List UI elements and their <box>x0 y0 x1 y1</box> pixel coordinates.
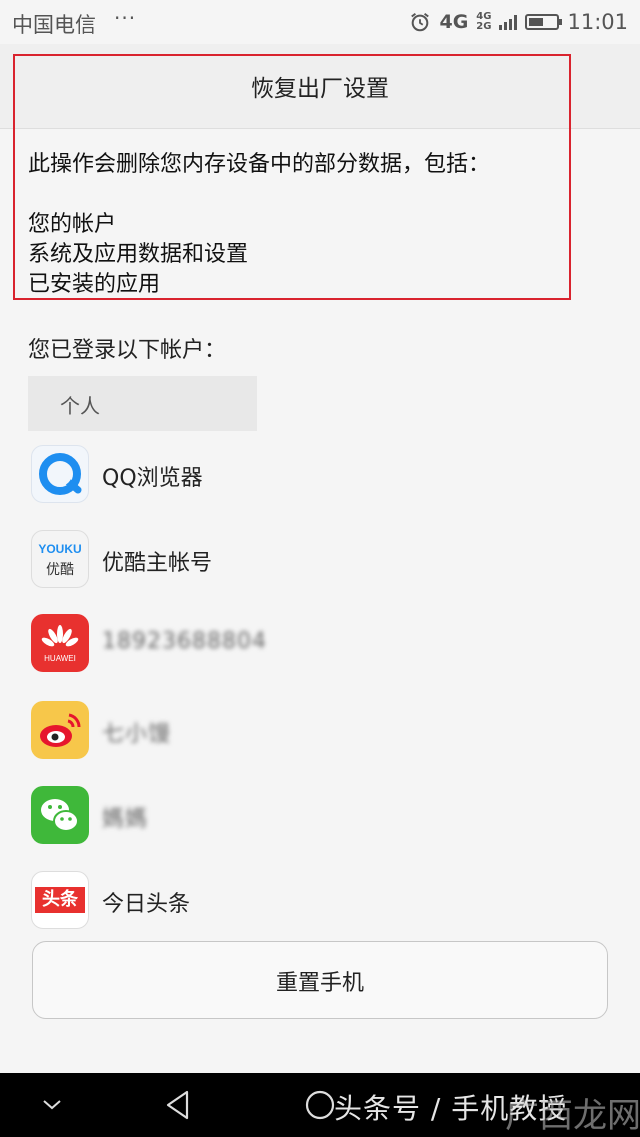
account-row-toutiao[interactable]: 头条 今日头条 <box>31 871 591 931</box>
huawei-icon: HUAWEI <box>31 614 89 672</box>
back-button[interactable] <box>146 1073 210 1137</box>
network-2g-small: 2G <box>476 21 492 32</box>
youku-icon-text: YOUKU <box>38 542 82 556</box>
huawei-icon-text: HUAWEI <box>44 654 76 663</box>
toutiao-icon-text: 头条 <box>35 887 85 913</box>
account-row-weibo[interactable]: 七小馒 <box>31 701 591 761</box>
account-group-header: 个人 <box>28 376 257 431</box>
weibo-icon <box>31 701 89 759</box>
account-name-obscured: 媽媽 <box>102 807 149 832</box>
alarm-icon <box>411 12 430 32</box>
clock: 11:01 <box>567 10 628 34</box>
signal-icon <box>499 14 518 30</box>
account-row-wechat[interactable]: 媽媽 <box>31 786 591 846</box>
accounts-label: 您已登录以下帐户： <box>28 338 227 363</box>
status-bar: 中国电信 ··· 4G 4G 2G 11:01 <box>0 0 640 44</box>
account-name: 优酷主帐号 <box>102 551 213 576</box>
reset-phone-button[interactable]: 重置手机 <box>32 941 608 1019</box>
network-4g-label: 4G <box>439 11 469 33</box>
account-name: 今日头条 <box>102 892 191 917</box>
youku-icon: YOUKU 优酷 <box>31 530 89 588</box>
account-group-label: 个人 <box>60 394 100 418</box>
battery-fill <box>529 18 544 26</box>
wechat-icon <box>31 786 89 844</box>
notification-overflow-icon: ··· <box>114 6 137 30</box>
back-triangle-icon <box>166 1090 189 1120</box>
home-circle-icon <box>305 1090 335 1120</box>
chevron-down-icon <box>43 1100 61 1110</box>
account-row-qq-browser[interactable]: QQ浏览器 <box>31 445 591 505</box>
qq-browser-icon <box>31 445 89 503</box>
account-name-obscured: 七小馒 <box>102 722 172 747</box>
carrier-name: 中国电信 <box>12 13 96 37</box>
account-name: QQ浏览器 <box>102 466 203 491</box>
reset-phone-button-label: 重置手机 <box>275 971 364 996</box>
account-name-obscured: 18923688804 <box>102 629 267 654</box>
corner-watermark: 广西龙网 <box>505 1096 640 1136</box>
youku-icon-subtext: 优酷 <box>46 562 74 578</box>
battery-icon <box>525 14 563 30</box>
network-dual-label: 4G 2G <box>476 12 491 32</box>
toutiao-icon: 头条 <box>31 871 89 929</box>
highlight-box <box>13 54 571 300</box>
account-row-huawei[interactable]: HUAWEI 18923688804 <box>31 614 591 674</box>
hide-nav-button[interactable] <box>20 1073 84 1137</box>
account-row-youku[interactable]: YOUKU 优酷 优酷主帐号 <box>31 530 591 590</box>
